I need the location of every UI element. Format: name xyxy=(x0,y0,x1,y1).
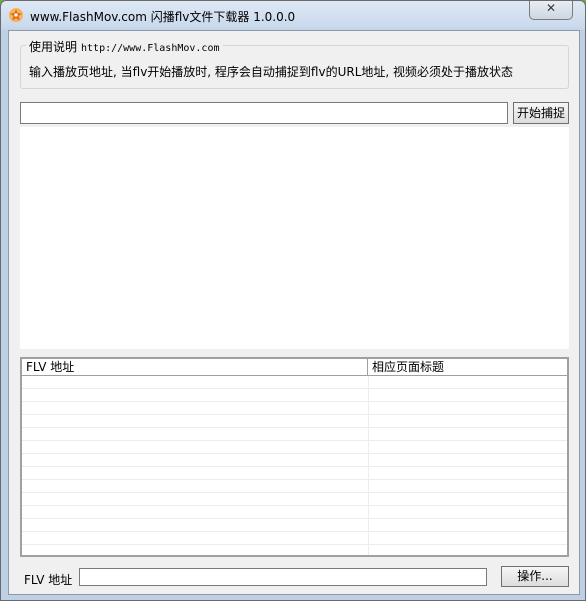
list-header: FLV 地址 相应页面标题 xyxy=(22,359,567,376)
title-bar[interactable]: www.FlashMov.com 闪播flv文件下载器 1.0.0.0 ✕ xyxy=(1,1,585,29)
website-url: http://www.FlashMov.com xyxy=(81,43,220,54)
flashmov-app-icon xyxy=(8,7,24,23)
start-capture-button[interactable]: 开始捕捉 xyxy=(513,102,569,124)
page-url-input[interactable] xyxy=(20,102,508,124)
column-header-page-title[interactable]: 相应页面标题 xyxy=(368,359,567,375)
window-title: www.FlashMov.com 闪播flv文件下载器 1.0.0.0 xyxy=(30,10,296,24)
instructions-title: 使用说明 xyxy=(29,40,78,54)
flv-url-label: FLV 地址 xyxy=(24,573,73,587)
flv-url-field[interactable] xyxy=(79,568,487,586)
close-icon: ✕ xyxy=(545,1,557,15)
operation-button[interactable]: 操作... xyxy=(501,566,569,587)
instructions-legend: 使用说明 http://www.FlashMov.com xyxy=(26,38,223,55)
column-header-flv-url[interactable]: FLV 地址 xyxy=(22,359,368,375)
flv-list[interactable]: FLV 地址 相应页面标题 xyxy=(20,357,569,557)
instructions-group: 使用说明 http://www.FlashMov.com 输入播放页地址, 当fl… xyxy=(20,38,569,89)
list-body[interactable] xyxy=(22,376,567,555)
close-button[interactable]: ✕ xyxy=(529,1,573,20)
app-window: www.FlashMov.com 闪播flv文件下载器 1.0.0.0 ✕ 使用… xyxy=(0,0,586,601)
instructions-text: 输入播放页地址, 当flv开始播放时, 程序会自动捕捉到flv的URL地址, 视… xyxy=(29,65,514,79)
browser-display-area[interactable] xyxy=(20,127,569,349)
client-area: 使用说明 http://www.FlashMov.com 输入播放页地址, 当fl… xyxy=(8,30,580,595)
